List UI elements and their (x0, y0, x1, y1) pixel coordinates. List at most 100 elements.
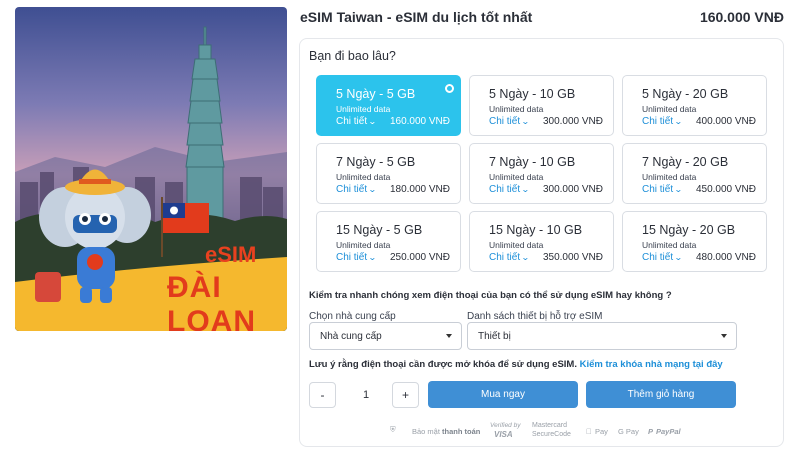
plan-data: Unlimited data (642, 240, 697, 250)
plan-data: Unlimited data (489, 240, 544, 250)
plan-data: Unlimited data (489, 104, 544, 114)
plan-price: 250.000 VNĐ (389, 252, 450, 263)
plan-price: 480.000 VNĐ (695, 252, 756, 263)
google-pay-label: G Pay (618, 427, 639, 436)
paypal-icon: P (648, 427, 654, 436)
hero-esim-text: eSIM (205, 242, 257, 267)
plan-name: 15 Ngày - 5 GB (336, 223, 423, 237)
plan-details-toggle[interactable]: Chi tiết⌄ (336, 116, 377, 127)
plan-name: 5 Ngày - 5 GB (336, 87, 416, 101)
plan-price: 400.000 VNĐ (695, 116, 756, 127)
apple-icon:  (586, 427, 592, 436)
apple-pay-label: Pay (595, 427, 608, 436)
verified-by-visa-line1: Verified by (490, 422, 521, 429)
plan-details-label: Chi tiết (336, 184, 368, 195)
duration-question: Bạn đi bao lâu? (309, 49, 396, 63)
plan-option-5d-10gb[interactable]: 5 Ngày - 10 GB Unlimited data Chi tiết⌄ … (469, 75, 614, 136)
mastercard-line2: SecureCode (532, 431, 571, 438)
plan-data: Unlimited data (642, 104, 697, 114)
plan-details-toggle[interactable]: Chi tiết⌄ (642, 252, 683, 263)
quantity-increase-button[interactable]: + (392, 382, 419, 408)
secure-prefix: Bảo mật (412, 427, 440, 436)
plan-option-15d-5gb[interactable]: 15 Ngày - 5 GB Unlimited data Chi tiết⌄ … (316, 211, 461, 272)
buy-now-button[interactable]: Mua ngay (428, 381, 578, 408)
plan-name: 15 Ngày - 10 GB (489, 223, 583, 237)
add-to-cart-button[interactable]: Thêm giỏ hàng (586, 381, 736, 408)
shield-icon: ⛨ (390, 425, 396, 434)
plan-price: 300.000 VNĐ (542, 116, 603, 127)
product-price: 160.000 VNĐ (699, 9, 784, 25)
plan-details-toggle[interactable]: Chi tiết⌄ (642, 116, 683, 127)
plan-details-toggle[interactable]: Chi tiết⌄ (489, 252, 530, 263)
plan-details-toggle[interactable]: Chi tiết⌄ (489, 184, 530, 195)
plan-details-label: Chi tiết (489, 116, 521, 127)
plan-option-5d-20gb[interactable]: 5 Ngày - 20 GB Unlimited data Chi tiết⌄ … (622, 75, 767, 136)
mastercard-line1: Mastercard (532, 422, 568, 429)
chevron-down-icon: ⌄ (521, 117, 530, 126)
plan-details-label: Chi tiết (489, 184, 521, 195)
plan-option-15d-20gb[interactable]: 15 Ngày - 20 GB Unlimited data Chi tiết⌄… (622, 211, 767, 272)
quantity-input[interactable]: 1 (347, 382, 385, 408)
plan-name: 7 Ngày - 5 GB (336, 155, 416, 169)
plan-details-toggle[interactable]: Chi tiết⌄ (642, 184, 683, 195)
plan-data: Unlimited data (336, 104, 391, 114)
chevron-down-icon: ⌄ (674, 117, 683, 126)
plan-name: 7 Ngày - 10 GB (489, 155, 576, 169)
unlock-note-text: Lưu ý rằng điện thoại cần được mở khóa đ… (309, 359, 577, 370)
chevron-down-icon: ⌄ (368, 253, 377, 262)
unlock-note: Lưu ý rằng điện thoại cần được mở khóa đ… (309, 359, 723, 370)
plan-name: 7 Ngày - 20 GB (642, 155, 729, 169)
plan-price: 160.000 VNĐ (389, 116, 450, 127)
plan-option-5d-5gb[interactable]: 5 Ngày - 5 GB Unlimited data Chi tiết⌄ 1… (316, 75, 461, 136)
device-select-value: Thiết bị (478, 331, 511, 342)
plan-price: 180.000 VNĐ (389, 184, 450, 195)
plan-name: 5 Ngày - 10 GB (489, 87, 576, 101)
plan-details-label: Chi tiết (642, 116, 674, 127)
selected-radio-icon (445, 84, 454, 93)
secure-strong: thanh toán (442, 427, 481, 436)
chevron-down-icon: ⌄ (521, 253, 530, 262)
chevron-down-icon: ⌄ (674, 185, 683, 194)
plan-price: 300.000 VNĐ (542, 184, 603, 195)
compatibility-question: Kiểm tra nhanh chóng xem điện thoại của … (309, 290, 672, 301)
plan-details-label: Chi tiết (336, 252, 368, 263)
plan-option-7d-10gb[interactable]: 7 Ngày - 10 GB Unlimited data Chi tiết⌄ … (469, 143, 614, 204)
purchase-options-card: Bạn đi bao lâu? 5 Ngày - 5 GB Unlimited … (299, 38, 784, 447)
verified-by-visa-line2: VISA (494, 430, 513, 439)
plan-details-label: Chi tiết (642, 184, 674, 195)
caret-down-icon (721, 334, 727, 338)
chevron-down-icon: ⌄ (368, 185, 377, 194)
hero-destination-text: ĐÀI LOAN (167, 271, 256, 331)
chevron-down-icon: ⌄ (521, 185, 530, 194)
plan-option-7d-20gb[interactable]: 7 Ngày - 20 GB Unlimited data Chi tiết⌄ … (622, 143, 767, 204)
device-select[interactable]: Thiết bị (467, 322, 737, 350)
secure-payment-label: Bảo mật thanh toán (412, 427, 480, 436)
chevron-down-icon: ⌄ (368, 117, 377, 126)
plan-data: Unlimited data (489, 172, 544, 182)
chevron-down-icon: ⌄ (674, 253, 683, 262)
plan-name: 5 Ngày - 20 GB (642, 87, 729, 101)
plan-price: 450.000 VNĐ (695, 184, 756, 195)
carrier-select-value: Nhà cung cấp (320, 331, 382, 342)
check-carrier-lock-link[interactable]: Kiểm tra khóa nhà mạng tại đây (580, 359, 723, 370)
plan-details-label: Chi tiết (642, 252, 674, 263)
taipei-101-tower-icon (185, 26, 225, 228)
plan-data: Unlimited data (336, 240, 391, 250)
carrier-select[interactable]: Nhà cung cấp (309, 322, 462, 350)
caret-down-icon (446, 334, 452, 338)
plan-data: Unlimited data (336, 172, 391, 182)
plan-details-label: Chi tiết (489, 252, 521, 263)
plan-details-label: Chi tiết (336, 116, 368, 127)
plan-price: 350.000 VNĐ (542, 252, 603, 263)
plan-details-toggle[interactable]: Chi tiết⌄ (336, 184, 377, 195)
plan-details-toggle[interactable]: Chi tiết⌄ (489, 116, 530, 127)
product-image: eSIM ĐÀI LOAN (15, 7, 287, 331)
plan-details-toggle[interactable]: Chi tiết⌄ (336, 252, 377, 263)
device-label: Danh sách thiết bị hỗ trợ eSIM (467, 311, 603, 322)
plan-option-7d-5gb[interactable]: 7 Ngày - 5 GB Unlimited data Chi tiết⌄ 1… (316, 143, 461, 204)
quantity-decrease-button[interactable]: - (309, 382, 336, 408)
product-title: eSIM Taiwan - eSIM du lịch tốt nhất (300, 9, 533, 25)
plan-option-15d-10gb[interactable]: 15 Ngày - 10 GB Unlimited data Chi tiết⌄… (469, 211, 614, 272)
plan-data: Unlimited data (642, 172, 697, 182)
carrier-label: Chọn nhà cung cấp (309, 311, 396, 322)
